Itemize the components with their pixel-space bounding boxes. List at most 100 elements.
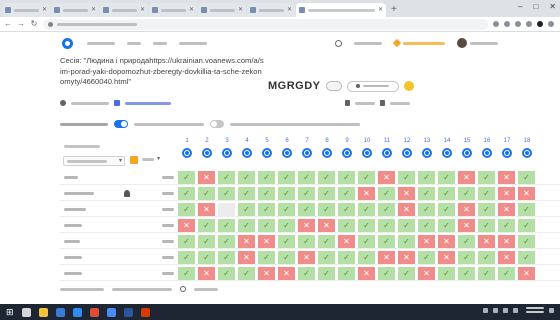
check-icon[interactable]: ✓	[478, 203, 495, 216]
check-icon[interactable]: ✓	[498, 219, 515, 232]
extension-icon[interactable]	[515, 21, 521, 27]
question-column-header[interactable]: 10	[358, 138, 376, 170]
check-icon[interactable]: ✓	[378, 235, 395, 248]
cross-icon[interactable]: ✕	[518, 267, 535, 280]
browser-tab[interactable]: ✕	[100, 3, 148, 17]
header-link[interactable]	[354, 41, 382, 45]
forward-icon[interactable]: →	[17, 20, 25, 28]
check-icon[interactable]: ✓	[298, 203, 315, 216]
browser-tab[interactable]: ✕	[51, 3, 99, 17]
check-icon[interactable]: ✓	[518, 203, 535, 216]
cross-icon[interactable]: ✕	[418, 235, 435, 248]
check-icon[interactable]: ✓	[338, 171, 355, 184]
word-icon[interactable]	[123, 307, 133, 317]
search-icon[interactable]	[493, 21, 499, 27]
check-icon[interactable]: ✓	[338, 267, 355, 280]
chevron-up-icon[interactable]	[483, 307, 488, 313]
coin-icon[interactable]	[403, 81, 414, 91]
cross-icon[interactable]: ✕	[498, 171, 515, 184]
check-icon[interactable]: ✓	[438, 219, 455, 232]
question-column-header[interactable]: 1	[178, 138, 196, 170]
reload-icon[interactable]: ↻	[30, 20, 38, 28]
settings-link[interactable]	[71, 101, 109, 105]
check-icon[interactable]: ✓	[378, 187, 395, 200]
address-bar[interactable]	[43, 18, 488, 30]
browser-tab[interactable]: ✕	[198, 3, 246, 17]
check-icon[interactable]: ✓	[258, 219, 275, 232]
check-icon[interactable]: ✓	[218, 251, 235, 264]
check-icon[interactable]: ✓	[218, 171, 235, 184]
question-column-header[interactable]: 8	[318, 138, 336, 170]
check-icon[interactable]: ✓	[378, 219, 395, 232]
kebab-menu-icon[interactable]	[548, 21, 554, 27]
cross-icon[interactable]: ✕	[458, 203, 475, 216]
check-icon[interactable]: ✓	[258, 203, 275, 216]
question-column-header[interactable]: 9	[338, 138, 356, 170]
language-icon[interactable]	[513, 307, 518, 313]
check-icon[interactable]: ✓	[238, 203, 255, 216]
question-column-header[interactable]: 15	[458, 138, 476, 170]
check-icon[interactable]: ✓	[478, 251, 495, 264]
system-clock[interactable]	[526, 307, 544, 313]
check-icon[interactable]: ✓	[458, 187, 475, 200]
check-icon[interactable]: ✓	[298, 187, 315, 200]
check-icon[interactable]: ✓	[418, 251, 435, 264]
cross-icon[interactable]: ✕	[198, 267, 215, 280]
check-icon[interactable]: ✓	[178, 187, 195, 200]
check-icon[interactable]: ✓	[218, 187, 235, 200]
close-tab-icon[interactable]: ✕	[189, 7, 194, 13]
table-row[interactable]: ✓ ✓ ✓ ✕ ✕ ✓ ✓ ✓ ✕ ✓ ✓ ✓ ✕ ✕ ✓ ✕ ✕ ✓	[60, 234, 560, 249]
check-icon[interactable]: ✓	[278, 219, 295, 232]
mail-icon[interactable]	[55, 307, 65, 317]
question-column-header[interactable]: 6	[278, 138, 296, 170]
office-icon[interactable]	[89, 307, 99, 317]
check-icon[interactable]: ✓	[318, 251, 335, 264]
cross-icon[interactable]: ✕	[198, 203, 215, 216]
edge-browser-icon[interactable]	[72, 307, 82, 317]
check-icon[interactable]: ✓	[318, 235, 335, 248]
check-icon[interactable]: ✓	[438, 267, 455, 280]
check-icon[interactable]: ✓	[458, 251, 475, 264]
check-icon[interactable]: ✓	[518, 235, 535, 248]
question-column-header[interactable]: 18	[518, 138, 536, 170]
profile-avatar-icon[interactable]	[537, 21, 543, 27]
check-icon[interactable]: ✓	[278, 203, 295, 216]
clock-icon[interactable]	[335, 39, 342, 47]
check-icon[interactable]: ✓	[298, 171, 315, 184]
check-icon[interactable]: ✓	[438, 203, 455, 216]
check-icon[interactable]: ✓	[278, 171, 295, 184]
chrome-browser-icon[interactable]	[106, 307, 116, 317]
cross-icon[interactable]: ✕	[458, 171, 475, 184]
cross-icon[interactable]: ✕	[338, 235, 355, 248]
check-icon[interactable]: ✓	[238, 267, 255, 280]
question-column-header[interactable]: 12	[398, 138, 416, 170]
check-icon[interactable]: ✓	[518, 219, 535, 232]
question-column-header[interactable]: 2	[198, 138, 216, 170]
browser-tab[interactable]: ✕	[247, 3, 295, 17]
check-icon[interactable]: ✓	[178, 171, 195, 184]
cross-icon[interactable]: ✕	[378, 251, 395, 264]
cross-icon[interactable]: ✕	[398, 251, 415, 264]
check-icon[interactable]: ✓	[298, 235, 315, 248]
report-link[interactable]	[125, 101, 171, 105]
check-icon[interactable]: ✓	[418, 171, 435, 184]
cross-icon[interactable]: ✕	[378, 171, 395, 184]
check-icon[interactable]: ✓	[318, 267, 335, 280]
check-icon[interactable]: ✓	[458, 267, 475, 280]
check-icon[interactable]: ✓	[178, 203, 195, 216]
cross-icon[interactable]: ✕	[258, 267, 275, 280]
nav-link-4[interactable]	[179, 41, 207, 45]
question-column-header[interactable]: 5	[258, 138, 276, 170]
browser-tab[interactable]: ✕	[2, 3, 50, 17]
question-column-header[interactable]: 11	[378, 138, 396, 170]
question-column-header[interactable]: 3	[218, 138, 236, 170]
check-icon[interactable]: ✓	[418, 203, 435, 216]
cross-icon[interactable]: ✕	[398, 187, 415, 200]
close-tab-icon[interactable]: ✕	[287, 7, 292, 13]
check-icon[interactable]: ✓	[178, 235, 195, 248]
file-explorer-icon[interactable]	[38, 307, 48, 317]
cross-icon[interactable]: ✕	[518, 187, 535, 200]
nav-link-3[interactable]	[153, 41, 167, 45]
check-icon[interactable]: ✓	[278, 251, 295, 264]
cross-icon[interactable]: ✕	[498, 251, 515, 264]
